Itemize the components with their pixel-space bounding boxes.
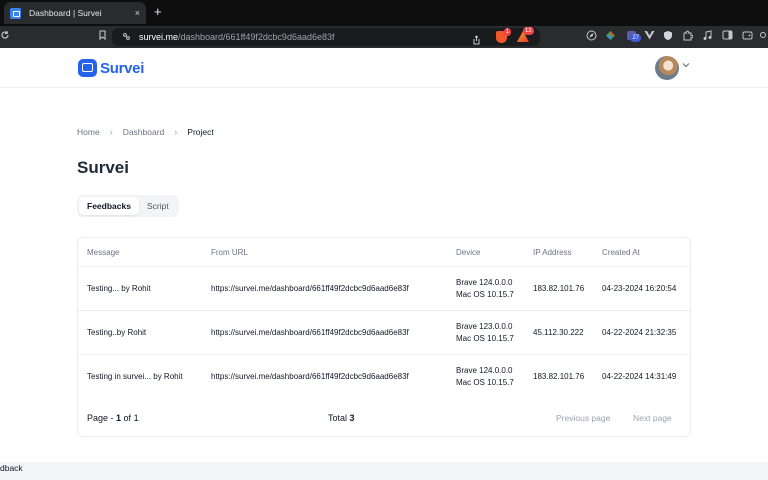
tab-feedbacks[interactable]: Feedbacks bbox=[79, 197, 139, 215]
device-cell-os: Mac OS 10.15.7 bbox=[456, 290, 514, 299]
ip-cell: 45.112.30.222 bbox=[533, 328, 584, 337]
device-cell-browser: Brave 123.0.0.0 bbox=[456, 322, 513, 331]
user-avatar[interactable] bbox=[655, 56, 679, 80]
message-cell: Testing..by Rohit bbox=[87, 328, 147, 337]
tab-close-icon[interactable]: × bbox=[135, 8, 140, 18]
tab-title: Dashboard | Survei bbox=[29, 8, 102, 18]
message-cell: Testing... by Rohit bbox=[87, 284, 151, 293]
address-bar[interactable]: survei.me/dashboard/661ff49f2dcbc9d6aad6… bbox=[112, 27, 540, 46]
logo-text: Survei bbox=[100, 59, 145, 77]
breadcrumb-separator-icon: › bbox=[174, 127, 178, 137]
breadcrumb: Home › Dashboard › Project bbox=[77, 127, 214, 137]
site-settings-icon[interactable] bbox=[122, 28, 131, 46]
table-row[interactable]: Testing..by Rohit https://survei.me/dash… bbox=[78, 311, 690, 355]
page-title: Survei bbox=[77, 158, 129, 177]
previous-page-button[interactable]: Previous page bbox=[556, 413, 610, 423]
survei-logo[interactable]: Survei bbox=[78, 59, 144, 77]
feedback-widget-button[interactable]: dback bbox=[0, 463, 23, 473]
sidebar-toggle-icon[interactable] bbox=[720, 30, 734, 44]
ip-cell: 183.82.101.76 bbox=[533, 284, 585, 293]
bookmark-icon[interactable] bbox=[95, 30, 109, 44]
browser-tab[interactable]: Dashboard | Survei × bbox=[4, 2, 146, 24]
bottom-strip bbox=[0, 462, 768, 480]
url-path: /dashboard/661ff49f2dcbc9d6aad6e83f bbox=[178, 32, 335, 42]
total-count: Total 3 bbox=[328, 413, 355, 423]
created-at-cell: 04-22-2024 21:32:35 bbox=[602, 328, 677, 337]
translate-badge: 27 bbox=[630, 34, 641, 42]
url-domain: survei.me bbox=[139, 32, 179, 42]
table-row[interactable]: Testing in survei... by Rohit https://su… bbox=[78, 355, 690, 399]
music-note-icon[interactable] bbox=[700, 30, 714, 44]
shield-extension-icon[interactable] bbox=[661, 30, 675, 44]
browser-menu-icon[interactable] bbox=[758, 30, 768, 44]
brave-shields-icon[interactable]: 1 bbox=[496, 28, 511, 43]
wallet-icon[interactable] bbox=[740, 30, 754, 44]
url-cell: https://survei.me/dashboard/661ff49f2dcb… bbox=[211, 284, 409, 293]
breadcrumb-home[interactable]: Home bbox=[77, 127, 100, 137]
new-tab-button[interactable]: + bbox=[154, 5, 162, 19]
created-at-cell: 04-22-2024 14:31:49 bbox=[602, 372, 677, 381]
vue-devtools-icon[interactable] bbox=[642, 30, 656, 44]
app-header: Survei bbox=[0, 48, 768, 88]
chat-bubble-logo-icon bbox=[78, 59, 97, 77]
page-indicator: Page - 1 of 1 bbox=[87, 413, 139, 423]
url-cell: https://survei.me/dashboard/661ff49f2dcb… bbox=[211, 328, 409, 337]
table-row[interactable]: Testing... by Rohit https://survei.me/da… bbox=[78, 267, 690, 311]
column-header-from-url: From URL bbox=[211, 248, 248, 257]
browser-tab-bar: Dashboard | Survei × + bbox=[0, 0, 768, 26]
device-cell-os: Mac OS 10.15.7 bbox=[456, 378, 514, 387]
survei-favicon-icon bbox=[10, 7, 21, 19]
breadcrumb-dashboard[interactable]: Dashboard bbox=[123, 127, 165, 137]
extensions-puzzle-icon[interactable] bbox=[680, 30, 694, 44]
breadcrumb-separator-icon: › bbox=[109, 127, 113, 137]
message-cell: Testing in survei... by Rohit bbox=[87, 372, 183, 381]
pagination: Page - 1 of 1 Total 3 Previous page Next… bbox=[78, 401, 690, 431]
device-cell-os: Mac OS 10.15.7 bbox=[456, 334, 514, 343]
chevron-down-icon[interactable] bbox=[682, 60, 690, 70]
reload-icon[interactable] bbox=[0, 30, 12, 44]
device-cell-browser: Brave 124.0.0.0 bbox=[456, 278, 513, 287]
column-header-created-at: Created At bbox=[602, 248, 640, 257]
url-cell: https://survei.me/dashboard/661ff49f2dcb… bbox=[211, 372, 409, 381]
color-extension-icon[interactable] bbox=[603, 30, 617, 44]
table-header: Message From URL Device IP Address Creat… bbox=[78, 238, 690, 267]
created-at-cell: 04-23-2024 16:20:54 bbox=[602, 284, 677, 293]
ip-cell: 183.82.101.76 bbox=[533, 372, 585, 381]
tab-script[interactable]: Script bbox=[139, 197, 177, 215]
compass-icon[interactable] bbox=[584, 30, 598, 44]
project-tabs: Feedbacks Script bbox=[77, 195, 179, 217]
device-cell-browser: Brave 124.0.0.0 bbox=[456, 366, 513, 375]
breadcrumb-project: Project bbox=[187, 127, 214, 137]
column-header-message: Message bbox=[87, 248, 120, 257]
rewards-badge: 12 bbox=[523, 27, 534, 35]
column-header-ip-address: IP Address bbox=[533, 248, 572, 257]
column-header-device: Device bbox=[456, 248, 481, 257]
next-page-button[interactable]: Next page bbox=[633, 413, 672, 423]
browser-toolbar: survei.me/dashboard/661ff49f2dcbc9d6aad6… bbox=[0, 26, 768, 48]
translate-extension-icon[interactable]: 27 bbox=[624, 30, 641, 44]
feedbacks-table-card: Message From URL Device IP Address Creat… bbox=[77, 237, 691, 437]
shields-badge: 1 bbox=[503, 28, 511, 36]
